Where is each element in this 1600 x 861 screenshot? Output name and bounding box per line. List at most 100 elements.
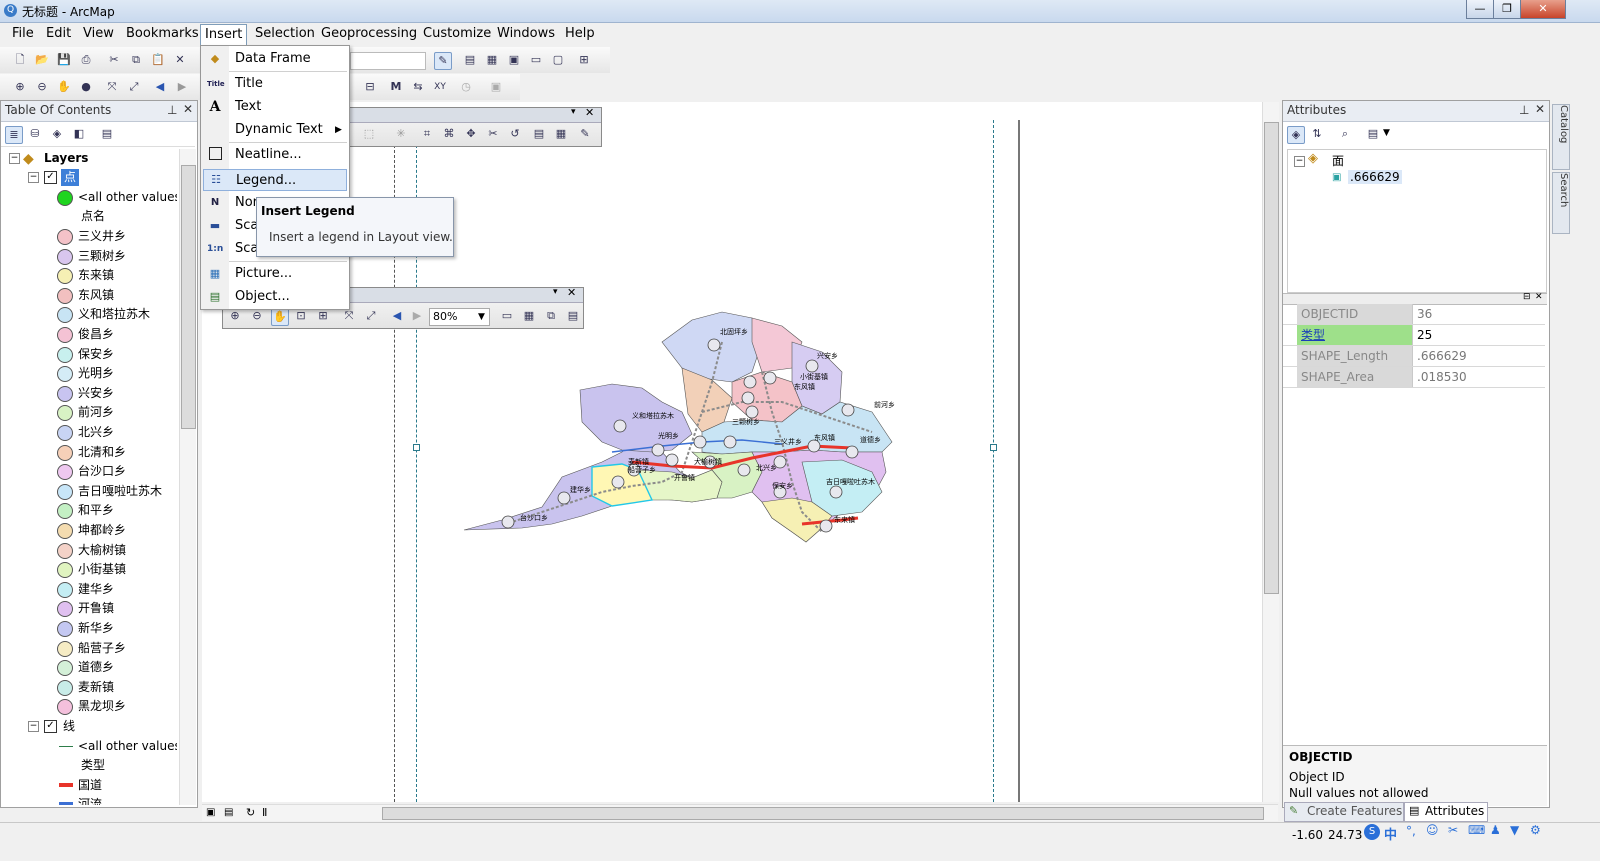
- keyboard-icon[interactable]: ⌨: [1468, 823, 1485, 837]
- list-by-selection-icon[interactable]: ◧: [71, 126, 87, 142]
- catalog-icon[interactable]: ▦: [484, 52, 500, 68]
- menu-item-dynamic-text[interactable]: Dynamic Text ▶: [201, 119, 347, 141]
- menu-item-legend[interactable]: ☷ Legend...: [203, 169, 347, 191]
- chevron-down-icon[interactable]: ▼: [478, 309, 485, 325]
- layout-zoom-out-icon[interactable]: ⊖: [249, 308, 265, 324]
- copy-icon[interactable]: ⧉: [128, 52, 144, 68]
- print-icon[interactable]: ⎙: [78, 52, 94, 68]
- menu-file[interactable]: File: [8, 26, 38, 44]
- next-extent-icon[interactable]: ▶: [409, 308, 425, 324]
- data-view-button[interactable]: ▣: [206, 807, 215, 818]
- menu-item-title[interactable]: Title Title: [201, 73, 347, 95]
- close-icon[interactable]: ✕: [1535, 292, 1543, 302]
- menu-item-object[interactable]: ▤ Object...: [201, 286, 347, 308]
- full-extent-icon[interactable]: ●: [78, 79, 94, 95]
- selection-handle[interactable]: [413, 444, 420, 451]
- menu-bookmarks[interactable]: Bookmarks: [122, 26, 203, 44]
- scale-combo[interactable]: [350, 52, 426, 70]
- new-document-icon[interactable]: 🗋: [12, 52, 28, 68]
- paste-icon[interactable]: 📋: [150, 52, 166, 68]
- side-tab-catalog[interactable]: Catalog: [1552, 104, 1570, 170]
- list-by-source-icon[interactable]: ⛁: [27, 126, 43, 142]
- editor-toolbar-icon[interactable]: ✎: [434, 52, 452, 70]
- zoom-whole-page-icon[interactable]: ⊡: [293, 308, 309, 324]
- attribute-row[interactable]: OBJECTID 36: [1283, 304, 1545, 325]
- arctoolbox-icon[interactable]: ▣: [506, 52, 522, 68]
- zoom-in-icon[interactable]: ⊕: [12, 79, 28, 95]
- attribute-row[interactable]: SHAPE_Length .666629: [1283, 346, 1545, 367]
- focus-data-frame-icon[interactable]: ▦: [521, 308, 537, 324]
- menu-insert[interactable]: Insert: [200, 24, 248, 46]
- toc-scroll-thumb[interactable]: [181, 165, 196, 429]
- toolbar-dropdown-icon[interactable]: ▾: [571, 107, 576, 117]
- side-tab-search[interactable]: Search: [1552, 172, 1570, 234]
- menu-item-data-frame[interactable]: ◆ Data Frame: [201, 48, 347, 70]
- selection-handle[interactable]: [990, 444, 997, 451]
- pause-drawing-icon[interactable]: Ⅱ: [262, 806, 267, 819]
- menu-selection[interactable]: Selection: [251, 26, 319, 44]
- point-layer-name[interactable]: 点: [61, 169, 80, 186]
- back-icon[interactable]: ◀: [152, 79, 168, 95]
- layout-pan-icon[interactable]: ✋: [271, 308, 289, 326]
- toolbar-close-icon[interactable]: ✕: [585, 106, 594, 119]
- options-icon[interactable]: ▤: [99, 126, 115, 142]
- cut-icon[interactable]: ✂: [106, 52, 122, 68]
- tab-attributes[interactable]: ▤ Attributes: [1404, 802, 1488, 822]
- close-button[interactable]: ✕: [1520, 0, 1566, 19]
- table-icon[interactable]: ▤: [462, 52, 478, 68]
- punctuation-icon[interactable]: °,: [1406, 824, 1416, 838]
- delete-icon[interactable]: ✕: [172, 52, 188, 68]
- menu-geoprocessing[interactable]: Geoprocessing: [317, 26, 421, 44]
- collapse-icon[interactable]: −: [9, 153, 20, 164]
- menu-item-picture[interactable]: ▦ Picture...: [201, 263, 347, 285]
- menu-customize[interactable]: Customize: [419, 26, 495, 44]
- toggle-draft-mode-icon[interactable]: ▭: [499, 308, 515, 324]
- reshape-icon[interactable]: ⌘: [441, 126, 457, 142]
- edit-icon[interactable]: ✎: [577, 126, 593, 142]
- refresh-icon[interactable]: ↻: [246, 806, 255, 819]
- python-icon[interactable]: ▭: [528, 52, 544, 68]
- chevron-down-icon[interactable]: ▼: [1383, 128, 1390, 138]
- menu-item-text[interactable]: A Text: [201, 96, 347, 118]
- fixed-zoom-out-icon[interactable]: ⤢: [126, 79, 142, 95]
- previous-extent-icon[interactable]: ◀: [389, 308, 405, 324]
- draw-toolbar-titlebar[interactable]: ▾ ✕: [349, 106, 601, 123]
- collapse-icon[interactable]: ⊟: [1523, 292, 1531, 302]
- options-icon[interactable]: ▤: [1365, 126, 1381, 142]
- emoji-icon[interactable]: ☺: [1426, 823, 1439, 837]
- layout-horizontal-scrollbar[interactable]: ▣ ▤ ↻ Ⅱ: [202, 804, 1278, 821]
- tree-child-label[interactable]: .666629: [1348, 170, 1402, 184]
- user-icon[interactable]: ♟: [1490, 823, 1501, 837]
- skin-icon[interactable]: ▼: [1510, 823, 1519, 837]
- open-folder-icon[interactable]: 📂: [34, 52, 50, 68]
- find-icon[interactable]: M: [388, 79, 404, 95]
- settings-icon[interactable]: ⚙: [1530, 823, 1541, 837]
- menu-help[interactable]: Help: [561, 26, 599, 44]
- find-route-icon[interactable]: ⇆: [410, 79, 426, 95]
- zoom-100-icon[interactable]: ⊞: [315, 308, 331, 324]
- data-driven-pages-icon[interactable]: ▤: [565, 308, 581, 324]
- pan-icon[interactable]: ✋: [56, 79, 72, 95]
- point-layer-checkbox[interactable]: ✓: [44, 171, 57, 184]
- attribute-row[interactable]: SHAPE_Area .018530: [1283, 367, 1545, 388]
- menu-windows[interactable]: Windows: [493, 26, 559, 44]
- list-by-drawing-order-icon[interactable]: ≣: [5, 126, 23, 144]
- maximize-button[interactable]: ❐: [1493, 0, 1521, 19]
- go-to-xy-icon[interactable]: XY: [432, 79, 448, 95]
- measure-icon[interactable]: ⊟: [362, 79, 378, 95]
- layout-hscroll-thumb[interactable]: [382, 807, 1264, 820]
- tree-root-label[interactable]: 面: [1332, 152, 1344, 169]
- ime-language-label[interactable]: 中: [1384, 824, 1397, 843]
- layout-vscroll-thumb[interactable]: [1264, 122, 1279, 594]
- change-layout-icon[interactable]: ⧉: [543, 308, 559, 324]
- toc-close-icon[interactable]: ✕: [183, 102, 193, 116]
- collapse-icon[interactable]: −: [28, 172, 39, 183]
- menu-item-neatline[interactable]: Neatline...: [201, 144, 347, 166]
- field-value-cell[interactable]: .666629: [1415, 346, 1547, 366]
- county-map[interactable]: 北固坪乡兴安乡东风镇小街基镇义和塔拉苏木三颗树乡三义井乡 东风镇 道德乡开鲁镇大榆树…: [462, 302, 902, 562]
- rotate-tool-icon[interactable]: ↺: [507, 126, 523, 142]
- forward-icon[interactable]: ▶: [174, 79, 190, 95]
- field-value-cell[interactable]: 25: [1415, 325, 1547, 345]
- toolbar-dropdown-icon[interactable]: ▾: [553, 287, 558, 297]
- toc-scrollbar[interactable]: [179, 149, 196, 805]
